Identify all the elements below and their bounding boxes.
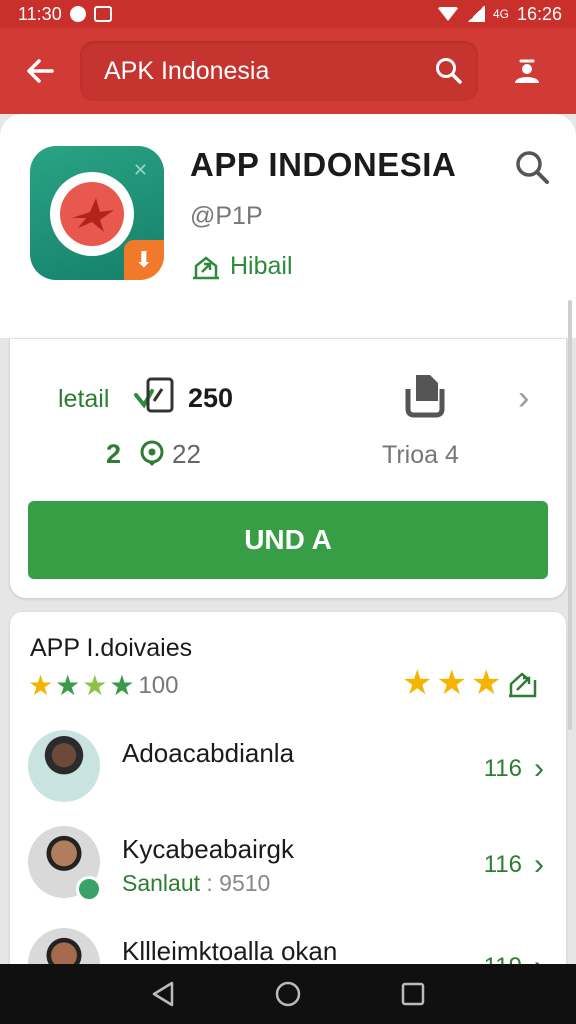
review-score[interactable]: 116 ›	[484, 848, 544, 882]
chevron-right-icon: ›	[534, 752, 544, 785]
reviews-card: APP I.doivaies ★ ★ ★ ★ 100 ★ ★ ★ Adoacab…	[10, 612, 566, 1024]
list-item[interactable]: Adoacabdianla 116 ›	[28, 730, 548, 810]
back-button[interactable]	[0, 28, 80, 114]
logo-ring	[50, 172, 134, 256]
star-icon: ★	[28, 670, 54, 701]
review-score-value: 116	[483, 851, 522, 878]
square-recents-icon	[402, 982, 425, 1006]
stat-left-value: 2	[106, 439, 122, 469]
star-icon[interactable]: ★	[402, 666, 432, 700]
star-icon: ★	[55, 670, 81, 701]
stat-detail-label: letail	[58, 385, 110, 413]
install-button[interactable]: UND A	[28, 501, 548, 579]
star-icon[interactable]: ★	[436, 666, 466, 700]
star-icon[interactable]: ★	[471, 666, 501, 700]
avatar	[28, 730, 100, 802]
review-name: Adoacabdianla	[122, 738, 295, 768]
alarm-icon	[69, 6, 86, 22]
review-score-value: 116	[483, 755, 522, 782]
app-bar: APK Indonesia	[0, 28, 576, 114]
network-label: 4G	[492, 7, 509, 21]
circle-home-icon	[275, 981, 301, 1007]
scrollbar[interactable]	[568, 300, 572, 730]
profile-icon	[515, 59, 539, 83]
image-icon	[93, 6, 112, 22]
chevron-right-icon: ›	[534, 848, 544, 881]
star-emblem-icon	[72, 198, 114, 232]
house-arrow-icon	[193, 255, 219, 279]
triangle-back-icon	[152, 981, 173, 1007]
app-title: APP INDONESIA	[190, 146, 457, 183]
status-clock: 16:26	[516, 3, 562, 24]
review-subtitle: Sanlaut : 9510	[122, 870, 270, 897]
review-score[interactable]: 116 ›	[484, 752, 544, 786]
share-star-icon[interactable]	[505, 666, 539, 700]
status-right: 4G 16:26	[436, 3, 562, 25]
reviews-title: APP I.doivaies	[30, 634, 193, 662]
profile-button[interactable]	[478, 28, 576, 114]
download-badge-icon: ⬇	[124, 240, 164, 280]
stats-card: letail 250 › 2 22 Trioa 4 UND A	[10, 338, 566, 598]
search-bar[interactable]: APK Indonesia	[80, 41, 478, 101]
review-name: Kllleimktoalla okan	[122, 936, 338, 966]
app-developer: @P1P	[190, 202, 263, 230]
star-icon: ★	[109, 670, 135, 701]
app-header-card: ✕ ⬇ APP INDONESIA @P1P Hibail	[0, 114, 576, 338]
nav-recents-button[interactable]	[393, 974, 433, 1014]
stat-detail-value: 250	[188, 383, 234, 413]
chevron-right-icon[interactable]: ›	[518, 379, 529, 418]
rating-stars[interactable]: ★ ★ ★	[402, 666, 539, 700]
search-icon[interactable]	[512, 148, 552, 188]
stat-right-value: Trioa 4	[382, 441, 459, 469]
document-icon[interactable]	[402, 367, 448, 421]
nav-back-button[interactable]	[143, 974, 183, 1014]
status-left: 11:30	[18, 4, 112, 25]
signal-icon	[466, 6, 485, 22]
system-nav-bar	[0, 964, 576, 1024]
chat-bubble-icon	[140, 440, 164, 466]
search-query[interactable]: APK Indonesia	[104, 57, 269, 86]
search-icon[interactable]	[434, 56, 464, 86]
list-item[interactable]: Kycabeabairgk Sanlaut : 9510 116 ›	[28, 826, 548, 906]
review-name: Kycabeabairgk	[122, 834, 294, 864]
app-logo[interactable]: ✕ ⬇	[30, 146, 164, 280]
online-badge-icon	[76, 876, 102, 902]
app-detail-label: Hibail	[230, 252, 293, 280]
logo-emblem	[60, 182, 124, 246]
back-arrow-icon	[27, 59, 54, 83]
close-mark-icon: ✕	[132, 160, 148, 180]
review-sub-extra: : 9510	[206, 870, 271, 896]
star-icon: ★	[82, 670, 108, 701]
rating-summary: ★ ★ ★ ★ 100	[28, 672, 178, 700]
review-sub-label: Sanlaut	[122, 870, 201, 896]
rating-count: 100	[138, 672, 179, 699]
nav-home-button[interactable]	[268, 974, 308, 1014]
stat-left-extra: 22	[172, 439, 201, 469]
wifi-icon	[436, 7, 459, 21]
status-bar: 11:30 4G 16:26	[0, 0, 576, 28]
status-time: 11:30	[18, 3, 62, 24]
clipboard-check-icon	[134, 377, 174, 413]
app-detail-link[interactable]: Hibail	[190, 252, 293, 281]
